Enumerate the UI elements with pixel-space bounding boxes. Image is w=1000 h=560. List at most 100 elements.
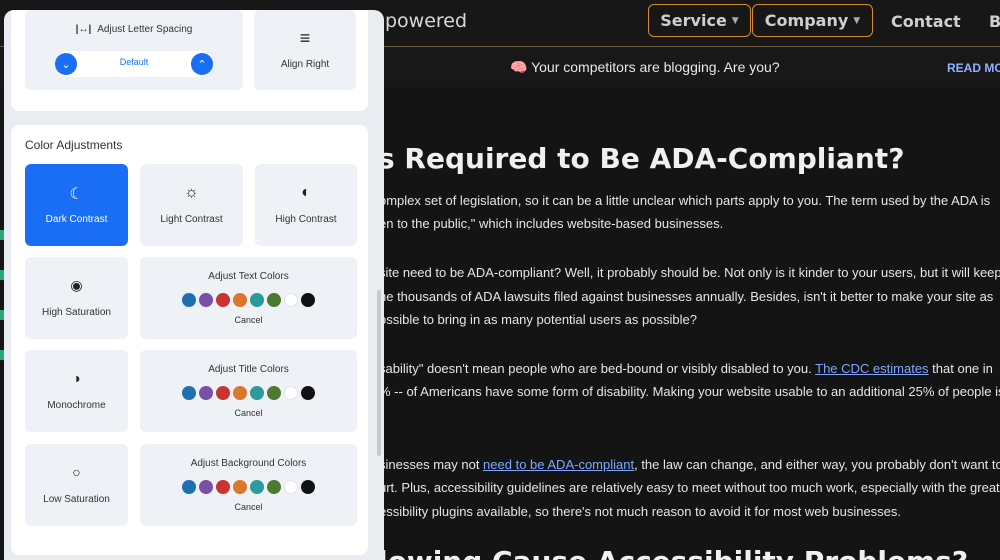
droplet-icon: ◑ <box>72 370 81 386</box>
article-text-line: urt. Plus, accessibility guidelines are … <box>379 480 1000 495</box>
brain-icon: 🧠 <box>510 59 528 75</box>
nav-company-button[interactable]: Company ▼ <box>752 4 873 37</box>
article-text-line: en to the public," which includes websit… <box>379 216 724 231</box>
align-right-label: Align Right <box>280 59 330 70</box>
color-swatch-green[interactable] <box>267 479 281 494</box>
article-text-line: sinesses may not need to be ADA-complian… <box>379 457 1000 472</box>
article-text-line: sability" doesn't mean people who are be… <box>379 361 993 376</box>
section-title: Color Adjustments <box>25 138 123 152</box>
color-swatch-black[interactable] <box>301 292 315 307</box>
promo-banner-text: 🧠 Your competitors are blogging. Are you… <box>510 59 780 76</box>
accessibility-panel: |↔| Adjust Letter Spacing ⌄ Default ⌃ ≡ A… <box>4 10 384 560</box>
text-colors-tile: Adjust Text Colors Cancel <box>140 257 357 339</box>
article-text-line: % -- of Americans have some form of disa… <box>379 384 1000 399</box>
article-text: sinesses may not <box>379 457 484 472</box>
chevron-down-icon: ▼ <box>853 15 861 26</box>
letter-spacing-icon: |↔| <box>75 24 92 35</box>
color-swatch-orange[interactable] <box>233 292 247 307</box>
high-contrast-label: High Contrast <box>275 214 337 225</box>
title-colors-tile: Adjust Title Colors Cancel <box>140 350 357 432</box>
panel-scrollbar[interactable] <box>377 290 381 456</box>
color-swatch-white[interactable] <box>284 479 298 494</box>
chevron-up-icon: ⌃ <box>197 58 207 71</box>
low-saturation-label: Low Saturation <box>43 494 110 505</box>
text-adjustments-card: |↔| Adjust Letter Spacing ⌄ Default ⌃ ≡ A… <box>11 10 368 111</box>
light-contrast-tile[interactable]: ☼ Light Contrast <box>140 164 243 246</box>
cdc-estimates-link[interactable]: The CDC estimates <box>815 361 928 376</box>
color-adjustments-card: Color Adjustments ☾ Dark Contrast ☼ Ligh… <box>11 125 368 555</box>
droplet-icon: ◉ <box>70 277 83 293</box>
color-swatch-red[interactable] <box>216 385 230 400</box>
high-contrast-tile[interactable]: ◐ High Contrast <box>255 164 357 246</box>
monochrome-label: Monochrome <box>47 400 106 411</box>
color-swatch-purple[interactable] <box>199 385 213 400</box>
color-swatch-blue[interactable] <box>182 479 196 494</box>
article-text: that one in <box>928 361 993 376</box>
text-colors-cancel[interactable]: Cancel <box>140 315 357 325</box>
color-swatch-teal[interactable] <box>250 385 264 400</box>
color-swatch-purple[interactable] <box>199 292 213 307</box>
color-swatch-purple[interactable] <box>199 479 213 494</box>
letter-spacing-tile: |↔| Adjust Letter Spacing ⌄ Default ⌃ <box>25 10 243 90</box>
promo-message: Your competitors are blogging. Are you? <box>531 59 780 75</box>
color-swatch-teal[interactable] <box>250 292 264 307</box>
align-right-icon: ≡ <box>299 28 311 48</box>
color-swatch-orange[interactable] <box>233 385 247 400</box>
article-heading: s Required to Be ADA-Compliant? <box>378 142 905 175</box>
contrast-icon: ◐ <box>301 184 311 201</box>
background-color-swatches <box>140 478 357 496</box>
ada-compliant-link[interactable]: need to be ADA-compliant <box>483 457 634 472</box>
color-swatch-white[interactable] <box>284 292 298 307</box>
decrease-button[interactable]: ⌄ <box>55 53 77 75</box>
color-swatch-green[interactable] <box>267 385 281 400</box>
color-swatch-red[interactable] <box>216 292 230 307</box>
letter-spacing-title: |↔| Adjust Letter Spacing <box>25 24 243 35</box>
nav-contact-link[interactable]: Contact <box>891 12 961 31</box>
article-text-line: ossible to bring in as many potential us… <box>379 312 697 327</box>
article-text: , the law can change, and either way, yo… <box>634 457 1000 472</box>
nav-company-label: Company <box>764 11 849 30</box>
color-swatch-blue[interactable] <box>182 385 196 400</box>
background-colors-tile: Adjust Background Colors Cancel <box>140 444 357 526</box>
monochrome-tile[interactable]: ◑ Monochrome <box>25 350 128 432</box>
color-swatch-red[interactable] <box>216 479 230 494</box>
text-color-swatches <box>140 291 357 309</box>
text-colors-title: Adjust Text Colors <box>208 271 289 282</box>
color-swatch-black[interactable] <box>301 385 315 400</box>
high-saturation-label: High Saturation <box>42 307 111 318</box>
high-saturation-tile[interactable]: ◉ High Saturation <box>25 257 128 339</box>
article-text: sability" doesn't mean people who are be… <box>379 361 816 376</box>
color-swatch-green[interactable] <box>267 292 281 307</box>
article-subheading: lowing Cause Accessibility Problems? <box>378 545 968 560</box>
chevron-down-icon: ⌄ <box>61 58 71 71</box>
title-color-swatches <box>140 384 357 402</box>
align-right-tile[interactable]: ≡ Align Right <box>254 10 356 90</box>
background-colors-cancel[interactable]: Cancel <box>140 502 357 512</box>
article-text-line: he thousands of ADA lawsuits filed again… <box>379 289 994 304</box>
title-colors-cancel[interactable]: Cancel <box>140 408 357 418</box>
read-more-link[interactable]: READ MO <box>947 61 1000 75</box>
dark-contrast-label: Dark Contrast <box>45 214 108 225</box>
chevron-down-icon: ▼ <box>731 15 739 26</box>
dark-contrast-tile[interactable]: ☾ Dark Contrast <box>25 164 128 246</box>
brand-logo-text[interactable]: powered <box>385 10 467 32</box>
low-saturation-tile[interactable]: ○ Low Saturation <box>25 444 128 526</box>
article-text-line: omplex set of legislation, so it can be … <box>379 193 991 208</box>
light-contrast-label: Light Contrast <box>160 214 223 225</box>
droplet-icon: ○ <box>72 464 81 480</box>
color-swatch-blue[interactable] <box>182 292 196 307</box>
nav-service-label: Service <box>660 11 727 30</box>
article-text-line: site need to be ADA-compliant? Well, it … <box>379 265 1000 280</box>
letter-spacing-label: Adjust Letter Spacing <box>97 24 193 35</box>
increase-button[interactable]: ⌃ <box>191 53 213 75</box>
letter-spacing-stepper: ⌄ Default ⌃ <box>55 51 213 77</box>
sun-icon: ☼ <box>184 184 199 201</box>
nav-cutoff-link[interactable]: B <box>989 12 1000 31</box>
color-swatch-orange[interactable] <box>233 479 247 494</box>
color-swatch-teal[interactable] <box>250 479 264 494</box>
article-text-line: essibility plugins available, so there's… <box>379 504 902 519</box>
nav-service-button[interactable]: Service ▼ <box>648 4 751 37</box>
title-colors-title: Adjust Title Colors <box>208 364 289 375</box>
color-swatch-white[interactable] <box>284 385 298 400</box>
color-swatch-black[interactable] <box>301 479 315 494</box>
